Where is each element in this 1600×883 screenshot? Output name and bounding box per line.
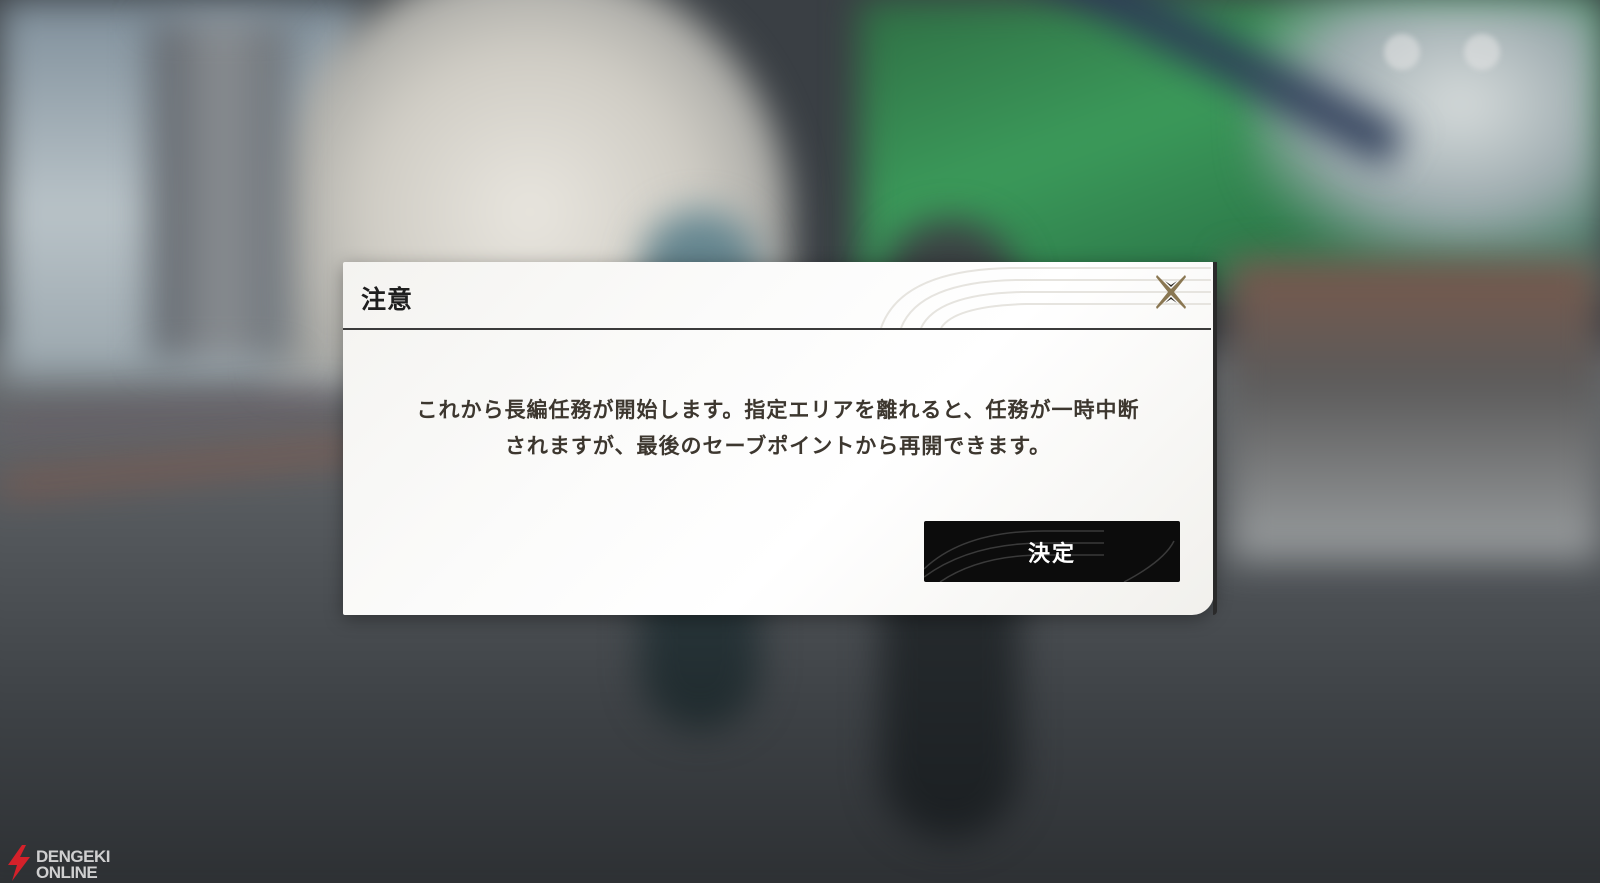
decorative-arcs: [880, 267, 1211, 328]
message-line: これから長編任務が開始します。指定エリアを離れると、任務が一時中断: [416, 398, 1140, 422]
background-pillar: [150, 20, 290, 360]
watermark-text: DENGEKI ONLINE: [36, 848, 110, 882]
notice-dialog: 注意 これから長編任務が開始します。指定エリアを離れると、任務が一時中断 されま…: [343, 262, 1217, 615]
hud-icon[interactable]: [1384, 34, 1420, 70]
confirm-button-label: 決定: [1027, 541, 1076, 567]
dialog-message: これから長編任務が開始します。指定エリアを離れると、任務が一時中断 されますが、…: [373, 392, 1183, 464]
message-line: されますが、最後のセーブポイントから再開できます。: [504, 434, 1052, 458]
watermark-line: ONLINE: [36, 863, 98, 882]
confirm-button[interactable]: 決定: [924, 521, 1180, 582]
dialog-title: 注意: [361, 285, 414, 314]
close-button[interactable]: [1149, 270, 1193, 314]
dialog-header: 注意: [343, 262, 1211, 330]
hud-top-icons: [1384, 34, 1500, 70]
dengeki-online-watermark: DENGEKI ONLINE: [4, 845, 110, 881]
lightning-logo-icon: [8, 845, 30, 881]
hud-icon[interactable]: [1464, 34, 1500, 70]
close-x-icon: [1156, 275, 1186, 309]
dialog-body: これから長編任務が開始します。指定エリアを離れると、任務が一時中断 されますが、…: [343, 330, 1211, 615]
background-structure: [1230, 260, 1600, 560]
